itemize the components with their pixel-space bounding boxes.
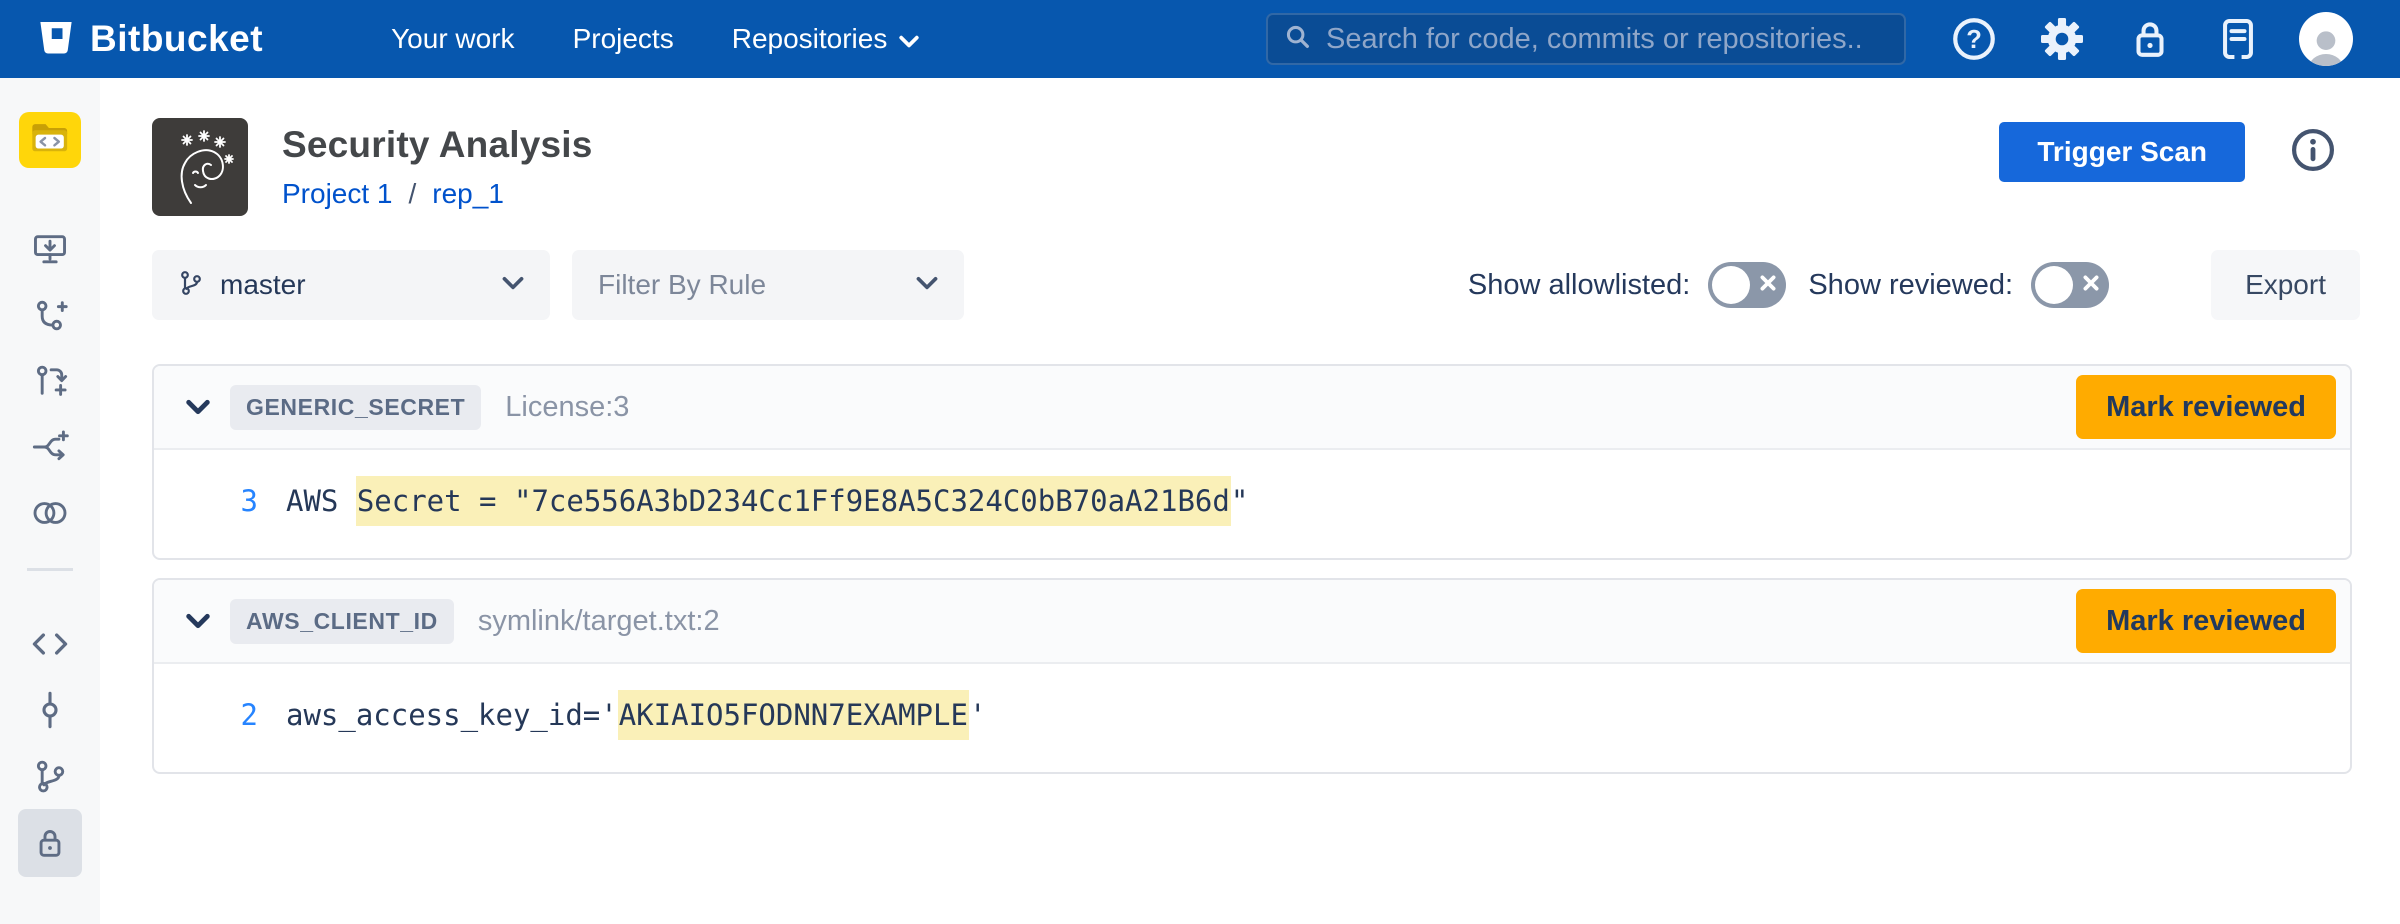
finding-header: AWS_CLIENT_ID symlink/target.txt:2 Mark … <box>154 580 2350 664</box>
bitbucket-logo[interactable]: Bitbucket <box>36 17 263 62</box>
profile-avatar-button[interactable] <box>2282 0 2370 78</box>
code-suffix: " <box>1231 484 1248 518</box>
nav-repositories[interactable]: Repositories <box>732 23 920 55</box>
sidebar-source-button[interactable] <box>16 611 84 677</box>
sidebar-divider <box>27 568 73 571</box>
user-avatar <box>2299 12 2353 66</box>
breadcrumb-repo-link[interactable]: rep_1 <box>432 178 504 210</box>
toolbar-right-group: Show allowlisted: Show reviewed: <box>1468 250 2360 320</box>
sidebar-security-button[interactable] <box>18 809 82 877</box>
branch-selector-value: master <box>220 269 306 301</box>
secret-highlight: Secret = "7ce556A3bD234Cc1Ff9E8A5C324C0b… <box>356 476 1231 526</box>
sidebar-clone-button[interactable] <box>16 216 84 282</box>
sidebar-create-pull-request-button[interactable] <box>16 348 84 414</box>
settings-gear-button[interactable] <box>2018 0 2106 78</box>
sidebar-forks-button[interactable] <box>16 414 84 480</box>
export-button[interactable]: Export <box>2211 250 2360 320</box>
header-actions: Trigger Scan <box>1999 122 2337 182</box>
info-icon[interactable] <box>2289 126 2337 179</box>
chevron-down-icon <box>502 275 524 295</box>
help-button[interactable]: ? <box>1930 0 2018 78</box>
line-number: 2 <box>154 698 258 732</box>
page-title: Security Analysis <box>282 124 593 166</box>
finding-body: 3 AWS Secret = "7ce556A3bD234Cc1Ff9E8A5C… <box>154 450 2350 558</box>
collapse-chevron-button[interactable] <box>176 599 220 643</box>
toggle-knob <box>2035 266 2073 304</box>
rule-badge: GENERIC_SECRET <box>230 385 481 430</box>
svg-text:?: ? <box>1966 26 1982 54</box>
code-content: AWS Secret = "7ce556A3bD234Cc1Ff9E8A5C32… <box>286 484 1248 518</box>
finding-location: symlink/target.txt:2 <box>478 605 720 638</box>
folder-code-icon <box>29 120 71 161</box>
top-navigation-bar: Bitbucket Your work Projects Repositorie… <box>0 0 2400 78</box>
findings-list: GENERIC_SECRET License:3 Mark reviewed 3… <box>152 364 2352 774</box>
nav-icon-group: ? <box>1930 0 2370 78</box>
code-prefix: AWS <box>286 484 356 518</box>
rule-badge: AWS_CLIENT_ID <box>230 599 454 644</box>
branch-icon <box>178 269 204 302</box>
code-prefix: aws_access_key_id=' <box>286 698 618 732</box>
finding-card: GENERIC_SECRET License:3 Mark reviewed 3… <box>152 364 2352 560</box>
secret-highlight: AKIAIO5FODNN7EXAMPLE <box>618 690 969 740</box>
page-body: Security Analysis Project 1 / rep_1 Trig… <box>0 78 2400 924</box>
security-lock-nav-button[interactable] <box>2106 0 2194 78</box>
rule-filter-selector[interactable]: Filter By Rule <box>572 250 964 320</box>
mark-reviewed-button[interactable]: Mark reviewed <box>2076 589 2336 653</box>
finding-location: License:3 <box>505 391 629 424</box>
primary-nav-links: Your work Projects Repositories <box>391 23 919 55</box>
mark-reviewed-button[interactable]: Mark reviewed <box>2076 375 2336 439</box>
nav-your-work[interactable]: Your work <box>391 23 514 55</box>
sidebar-branches-button[interactable] <box>16 743 84 809</box>
sidebar-commits-button[interactable] <box>16 677 84 743</box>
sidebar-compare-button[interactable] <box>16 480 84 546</box>
finding-card: AWS_CLIENT_ID symlink/target.txt:2 Mark … <box>152 578 2352 774</box>
toggle-off-x-icon <box>2081 273 2101 298</box>
nav-projects[interactable]: Projects <box>573 23 674 55</box>
show-reviewed-label: Show reviewed: <box>1808 269 2013 302</box>
code-line: 2 aws_access_key_id='AKIAIO5FODNN7EXAMPL… <box>154 698 2350 732</box>
show-allowlisted-toggle[interactable] <box>1708 262 1786 308</box>
repo-avatar-tile[interactable] <box>19 112 81 168</box>
show-allowlisted-label: Show allowlisted: <box>1468 269 1690 302</box>
finding-body: 2 aws_access_key_id='AKIAIO5FODNN7EXAMPL… <box>154 664 2350 772</box>
filters-toolbar: master Filter By Rule Show allowlisted: <box>152 250 2360 320</box>
breadcrumb-project-link[interactable]: Project 1 <box>282 178 393 210</box>
main-content: Security Analysis Project 1 / rep_1 Trig… <box>100 78 2400 924</box>
toggle-knob <box>1712 266 1750 304</box>
code-content: aws_access_key_id='AKIAIO5FODNN7EXAMPLE' <box>286 698 986 732</box>
breadcrumb: Project 1 / rep_1 <box>282 178 593 210</box>
header-text: Security Analysis Project 1 / rep_1 <box>282 124 593 210</box>
code-suffix: ' <box>969 698 986 732</box>
rule-filter-placeholder: Filter By Rule <box>598 269 766 301</box>
face-line-art <box>182 150 223 203</box>
branch-selector[interactable]: master <box>152 250 550 320</box>
brand-name: Bitbucket <box>90 18 263 60</box>
collapse-chevron-button[interactable] <box>176 385 220 429</box>
search-input[interactable] <box>1326 23 1888 56</box>
chevron-down-icon <box>916 275 938 295</box>
line-number: 3 <box>154 484 258 518</box>
finding-header: GENERIC_SECRET License:3 Mark reviewed <box>154 366 2350 450</box>
search-icon <box>1284 23 1312 56</box>
toggle-off-x-icon <box>1758 273 1778 298</box>
show-reviewed-toggle[interactable] <box>2031 262 2109 308</box>
repository-avatar-image <box>152 118 248 216</box>
breadcrumb-separator: / <box>409 178 417 210</box>
global-search[interactable] <box>1266 13 1906 65</box>
feedback-button[interactable] <box>2194 0 2282 78</box>
trigger-scan-button[interactable]: Trigger Scan <box>1999 122 2245 182</box>
chevron-down-icon <box>899 23 919 55</box>
sidebar-create-branch-button[interactable] <box>16 282 84 348</box>
bitbucket-security-page: Bitbucket Your work Projects Repositorie… <box>0 0 2400 924</box>
code-line: 3 AWS Secret = "7ce556A3bD234Cc1Ff9E8A5C… <box>154 484 2350 518</box>
repo-sidebar <box>0 78 100 924</box>
stars <box>182 131 233 163</box>
bitbucket-bucket-icon <box>36 17 76 62</box>
